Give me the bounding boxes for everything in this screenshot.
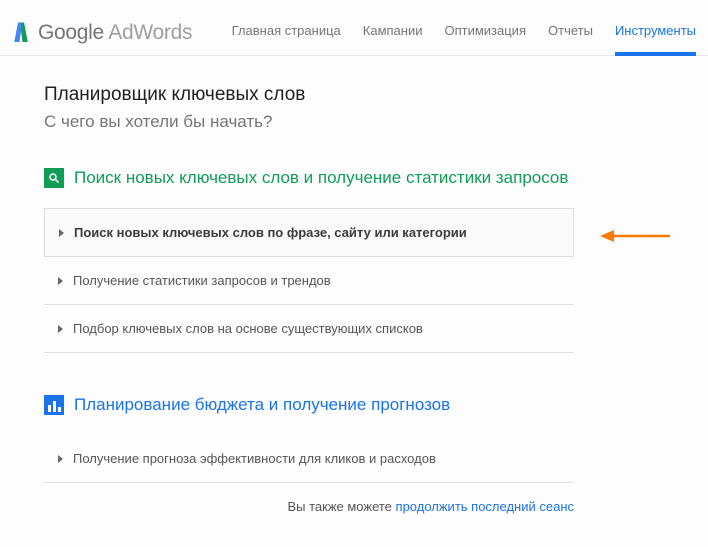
logo-text: Google AdWords	[38, 21, 192, 45]
chevron-right-icon	[59, 229, 64, 237]
option-label: Подбор ключевых слов на основе существую…	[73, 321, 423, 336]
footer-note: Вы также можете продолжить последний сеа…	[44, 483, 574, 514]
adwords-logo-icon	[12, 21, 30, 45]
section-budget-title: Планирование бюджета и получение прогноз…	[74, 395, 450, 415]
option-search-by-phrase[interactable]: Поиск новых ключевых слов по фразе, сайт…	[44, 208, 574, 257]
footer-prefix: Вы также можете	[287, 499, 395, 514]
page-subtitle: С чего вы хотели бы начать?	[44, 112, 664, 132]
nav-optimization[interactable]: Оптимизация	[444, 10, 526, 55]
nav-reports[interactable]: Отчеты	[548, 10, 593, 55]
nav-campaigns[interactable]: Кампании	[363, 10, 423, 55]
section-search-header: Поиск новых ключевых слов и получение ст…	[44, 168, 664, 188]
annotation-arrow-icon	[600, 228, 670, 244]
chevron-right-icon	[58, 277, 63, 285]
logo: Google AdWords	[12, 21, 192, 45]
chevron-right-icon	[58, 325, 63, 333]
main-content: Планировщик ключевых слов С чего вы хоте…	[0, 56, 708, 483]
option-forecast[interactable]: Получение прогноза эффективности для кли…	[44, 435, 574, 483]
resume-session-link[interactable]: продолжить последний сеанс	[396, 499, 574, 514]
main-nav: Главная страница Кампании Оптимизация От…	[232, 10, 696, 55]
option-label: Поиск новых ключевых слов по фразе, сайт…	[74, 225, 467, 240]
nav-home[interactable]: Главная страница	[232, 10, 341, 55]
section-search-title: Поиск новых ключевых слов и получение ст…	[74, 168, 568, 188]
chevron-right-icon	[58, 455, 63, 463]
search-icon	[44, 168, 64, 188]
option-label: Получение прогноза эффективности для кли…	[73, 451, 436, 466]
option-combine-lists[interactable]: Подбор ключевых слов на основе существую…	[44, 305, 574, 353]
page-title: Планировщик ключевых слов	[44, 84, 664, 106]
budget-options: Получение прогноза эффективности для кли…	[44, 435, 574, 483]
bar-chart-icon	[44, 395, 64, 415]
section-budget-header: Планирование бюджета и получение прогноз…	[44, 395, 664, 415]
option-label: Получение статистики запросов и трендов	[73, 273, 331, 288]
nav-tools[interactable]: Инструменты	[615, 10, 696, 55]
option-stats-trends[interactable]: Получение статистики запросов и трендов	[44, 257, 574, 305]
app-header: Google AdWords Главная страница Кампании…	[0, 0, 708, 56]
search-options: Поиск новых ключевых слов по фразе, сайт…	[44, 208, 574, 353]
